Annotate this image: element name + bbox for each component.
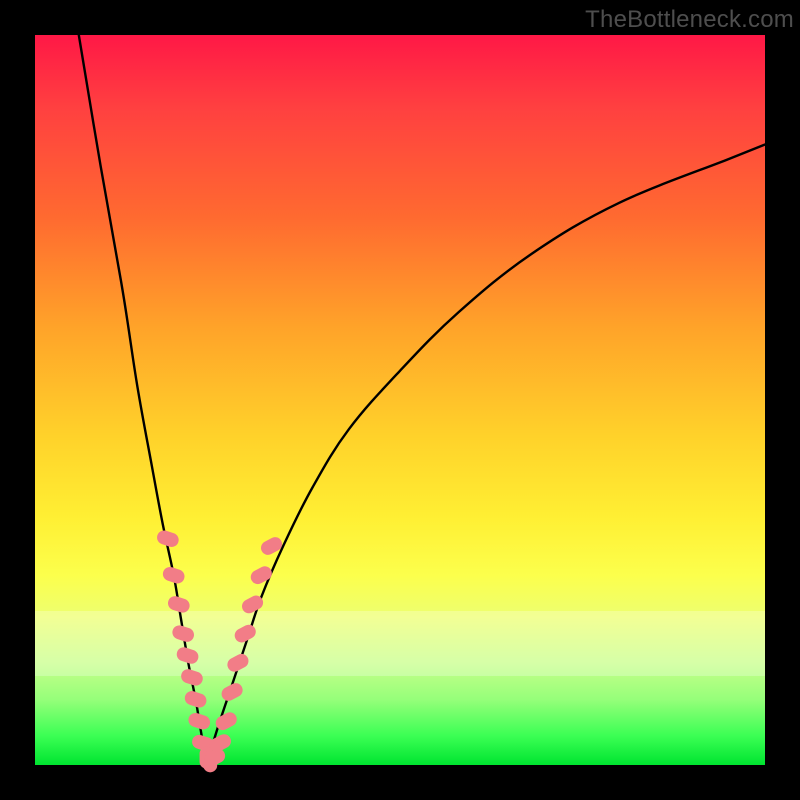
bead-1: [161, 565, 186, 585]
chart-frame: TheBottleneck.com: [0, 0, 800, 800]
bead-0: [155, 529, 180, 549]
bead-6: [183, 689, 208, 709]
bead-5: [179, 667, 204, 687]
bead-7: [187, 711, 212, 731]
bead-18: [248, 564, 274, 587]
bead-4: [175, 645, 200, 665]
bead-2: [166, 594, 191, 614]
markers-group: [155, 529, 284, 773]
bead-3: [171, 624, 196, 644]
curve-right-curve: [207, 145, 765, 766]
chart-svg: [35, 35, 765, 765]
watermark-text: TheBottleneck.com: [585, 6, 794, 34]
